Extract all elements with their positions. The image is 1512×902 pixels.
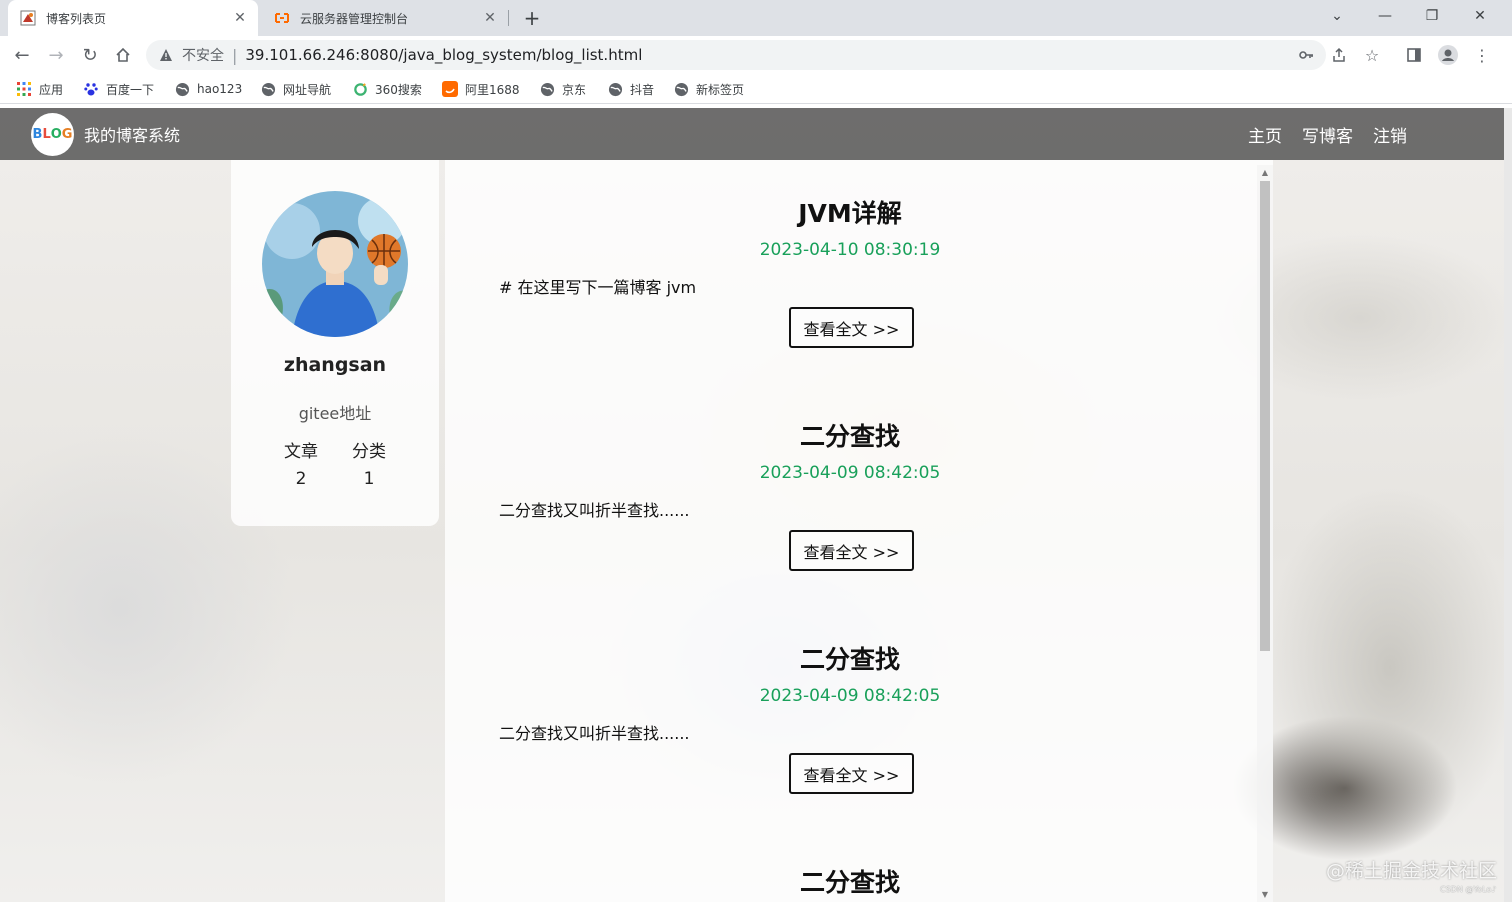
bookmark-1688[interactable]: 阿里1688 xyxy=(442,79,520,99)
warning-triangle-icon[interactable] xyxy=(158,47,174,63)
browser-toolbar: ← → ↻ 不安全 | 39.101.66.246:8080/java_blog… xyxy=(0,36,1512,74)
bookmark-label: 360搜索 xyxy=(375,82,422,97)
globe-icon xyxy=(174,81,190,97)
read-more-button[interactable]: 查看全文 >> xyxy=(789,530,914,571)
scroll-down-arrow-icon[interactable]: ▼ xyxy=(1261,891,1269,899)
read-more-button[interactable]: 查看全文 >> xyxy=(789,753,914,794)
post-date: 2023-04-09 08:42:05 xyxy=(759,686,941,706)
stat-label-categories: 分类 xyxy=(352,442,386,462)
bookmarks-bar: 应用 百度一下 hao123 网址导航 360搜索 阿里1688 京东 抖音 新… xyxy=(0,74,1512,104)
post-summary: 二分查找又叫折半查找...... xyxy=(499,724,690,743)
tab-search-chevron-icon[interactable]: ⌄ xyxy=(1314,0,1360,32)
globe-icon xyxy=(260,81,276,97)
bookmark-label: 百度一下 xyxy=(106,82,155,97)
stat-label-articles: 文章 xyxy=(284,442,318,462)
tab-separator xyxy=(508,10,509,26)
restore-button[interactable]: ❐ xyxy=(1409,0,1455,32)
bookmark-baidu[interactable]: 百度一下 xyxy=(83,79,154,99)
bookmark-nav[interactable]: 网址导航 xyxy=(260,79,331,99)
bookmark-jd[interactable]: 京东 xyxy=(539,79,586,99)
bookmark-label: hao123 xyxy=(197,82,243,96)
stat-value-articles: 2 xyxy=(295,469,307,489)
bookmark-label: 应用 xyxy=(39,82,64,97)
watermark-small: CSDN @YoLo♪ xyxy=(1440,885,1497,894)
page-viewport: BLOG 我的博客系统 主页 写博客 注销 zhangsan gitee地址 文… xyxy=(0,108,1512,902)
post-title: 二分查找 xyxy=(799,868,900,897)
aliyun-favicon-icon xyxy=(274,10,290,26)
post-date: 2023-04-09 08:42:05 xyxy=(759,463,941,483)
close-tab-icon[interactable]: ✕ xyxy=(230,8,250,28)
close-tab-icon[interactable]: ✕ xyxy=(480,8,500,28)
nav-home-link[interactable]: 主页 xyxy=(1248,122,1282,147)
bookmark-label: 网址导航 xyxy=(283,82,332,97)
side-panel-icon[interactable] xyxy=(1401,42,1427,68)
bookmark-douyin[interactable]: 抖音 xyxy=(607,79,654,99)
bookmark-label: 抖音 xyxy=(630,82,655,97)
bookmark-360[interactable]: 360搜索 xyxy=(352,79,422,99)
post-title: JVM详解 xyxy=(798,199,902,228)
blog-list-scrollbar[interactable]: ▲ ▼ xyxy=(1257,165,1273,902)
profile-avatar-icon[interactable] xyxy=(1435,42,1461,68)
site-title: 我的博客系统 xyxy=(84,126,181,145)
username: zhangsan xyxy=(283,354,387,376)
globe-icon xyxy=(607,81,623,97)
url-text[interactable]: 39.101.66.246:8080/java_blog_system/blog… xyxy=(245,46,642,64)
new-tab-button[interactable]: + xyxy=(520,6,544,30)
key-icon[interactable] xyxy=(1293,42,1319,68)
post-date: 2023-04-10 08:30:19 xyxy=(759,240,941,260)
tab-cloud-console[interactable]: 云服务器管理控制台 ✕ xyxy=(262,0,508,36)
gitee-link[interactable]: gitee地址 xyxy=(231,400,439,424)
forward-button[interactable]: → xyxy=(43,42,69,68)
close-window-button[interactable]: ✕ xyxy=(1457,0,1503,32)
nav-write-link[interactable]: 写博客 xyxy=(1302,122,1353,147)
tab-title: 博客列表页 xyxy=(46,11,107,26)
security-label[interactable]: 不安全 xyxy=(182,45,224,65)
post-summary: 二分查找又叫折半查找...... xyxy=(499,501,690,520)
stat-value-categories: 1 xyxy=(363,469,375,489)
address-divider: | xyxy=(232,45,238,65)
bookmark-label: 新标签页 xyxy=(696,82,745,97)
globe-icon xyxy=(539,81,555,97)
bookmark-newtab[interactable]: 新标签页 xyxy=(673,79,744,99)
post-title: 二分查找 xyxy=(799,422,900,451)
home-icon xyxy=(116,47,130,62)
tab-blog-list[interactable]: 博客列表页 ✕ xyxy=(8,0,258,36)
home-button[interactable] xyxy=(110,42,136,68)
menu-kebab-icon[interactable]: ⋮ xyxy=(1469,42,1495,68)
scroll-thumb[interactable] xyxy=(1260,181,1270,651)
site-navbar: BLOG 我的博客系统 主页 写博客 注销 xyxy=(0,108,1504,160)
watermark: @稀土掘金技术社区 xyxy=(1326,860,1498,882)
read-more-button[interactable]: 查看全文 >> xyxy=(789,307,914,348)
baidu-paw-icon xyxy=(83,81,99,97)
reload-button[interactable]: ↻ xyxy=(77,42,103,68)
blog-favicon-icon xyxy=(20,10,36,26)
scroll-up-arrow-icon[interactable]: ▲ xyxy=(1261,169,1269,177)
post-summary: # 在这里写下一篇博客 jvm xyxy=(499,278,697,297)
nav-logout-link[interactable]: 注销 xyxy=(1373,122,1407,147)
address-bar[interactable]: 不安全 | 39.101.66.246:8080/java_blog_syste… xyxy=(146,40,1326,70)
bookmark-star-icon[interactable]: ☆ xyxy=(1359,42,1385,68)
share-icon[interactable] xyxy=(1326,42,1352,68)
bookmark-label: 阿里1688 xyxy=(465,82,520,97)
post-title: 二分查找 xyxy=(799,645,900,674)
bookmark-hao123[interactable]: hao123 xyxy=(174,79,242,99)
tab-title: 云服务器管理控制台 xyxy=(300,11,409,26)
avatar xyxy=(262,191,408,337)
apps-grid-icon xyxy=(16,81,32,97)
back-button[interactable]: ← xyxy=(9,42,35,68)
bookmark-apps[interactable]: 应用 xyxy=(16,79,63,99)
minimize-button[interactable]: — xyxy=(1362,0,1408,32)
tab-strip: 博客列表页 ✕ 云服务器管理控制台 ✕ + ⌄ — ❐ ✕ xyxy=(0,0,1512,36)
search-360-icon xyxy=(352,81,368,97)
site-logo[interactable]: BLOG xyxy=(31,113,74,156)
alibaba-1688-icon xyxy=(442,81,458,97)
profile-card: zhangsan gitee地址 文章 分类 2 1 xyxy=(231,160,439,526)
bookmark-label: 京东 xyxy=(562,82,587,97)
page-scrollbar[interactable] xyxy=(1504,108,1512,902)
globe-icon xyxy=(673,81,689,97)
